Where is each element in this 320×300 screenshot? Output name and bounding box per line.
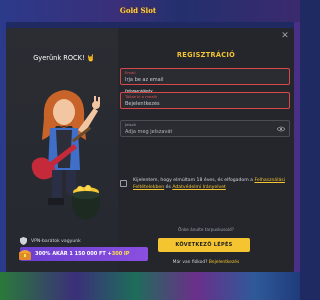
eye-icon[interactable]	[277, 126, 285, 132]
rock-hand-icon: 🤘	[86, 54, 95, 62]
email-input[interactable]	[125, 75, 285, 84]
close-icon[interactable]: ✕	[280, 31, 290, 41]
next-step-button[interactable]: KÖVETKEZŐ LÉPÉS	[158, 238, 250, 252]
game-thumbnails-background	[0, 272, 300, 300]
username-field: Töltse ki a mezőt Felhasználónév	[120, 89, 290, 109]
terms-checkbox[interactable]	[120, 180, 127, 187]
promo-title-text: Gyerünk ROCK!	[33, 54, 85, 62]
bonus-amount-text: 300% AKÁR 1 150 000 FT +	[35, 251, 112, 257]
vpn-friendly-text: VPN-barátok vagyunk	[31, 238, 81, 244]
registration-form: ✕ REGISZTRÁCIÓ Email Töltse ki a mezőt F…	[118, 28, 294, 272]
login-link[interactable]: Bejelentkezés	[209, 260, 239, 265]
vpn-friendly-notice: VPN-barátok vagyunk	[20, 237, 81, 245]
username-label: Felhasználónév	[125, 89, 153, 93]
login-prompt: Már van fiókod? Bejelentkezés	[118, 260, 294, 265]
username-input[interactable]	[125, 99, 285, 108]
email-field: Email	[120, 68, 290, 85]
promo-panel: Gyerünk ROCK! 🤘 VPN-barátok vagyunk 300%…	[6, 28, 148, 272]
background-right-strip	[294, 22, 300, 272]
form-title: REGISZTRÁCIÓ	[176, 51, 236, 59]
terms-text: Kijelentem, hogy elmúltam 18 éves, és el…	[133, 177, 292, 191]
terms-text-part1: Kijelentem, hogy elmúltam 18 éves, és el…	[133, 178, 253, 183]
terms-agreement: Kijelentem, hogy elmúltam 18 éves, és el…	[120, 177, 292, 191]
login-prompt-text: Már van fiókod?	[172, 260, 209, 265]
promo-code-link[interactable]: Önke ánulte tarpuskusoid?	[118, 227, 294, 232]
registration-modal: Gyerünk ROCK! 🤘 VPN-barátok vagyunk 300%…	[6, 28, 294, 272]
privacy-policy-link[interactable]: Adatvédelmi Irányelvet	[172, 185, 226, 190]
promo-title: Gyerünk ROCK! 🤘	[14, 54, 114, 62]
password-input[interactable]	[125, 127, 285, 136]
password-field: Jelszó	[120, 120, 290, 137]
rocker-mascot-illustration	[31, 90, 101, 220]
site-logo: Gold Slot	[119, 6, 157, 15]
shield-icon	[20, 237, 27, 245]
treasure-chest-icon	[19, 250, 31, 260]
